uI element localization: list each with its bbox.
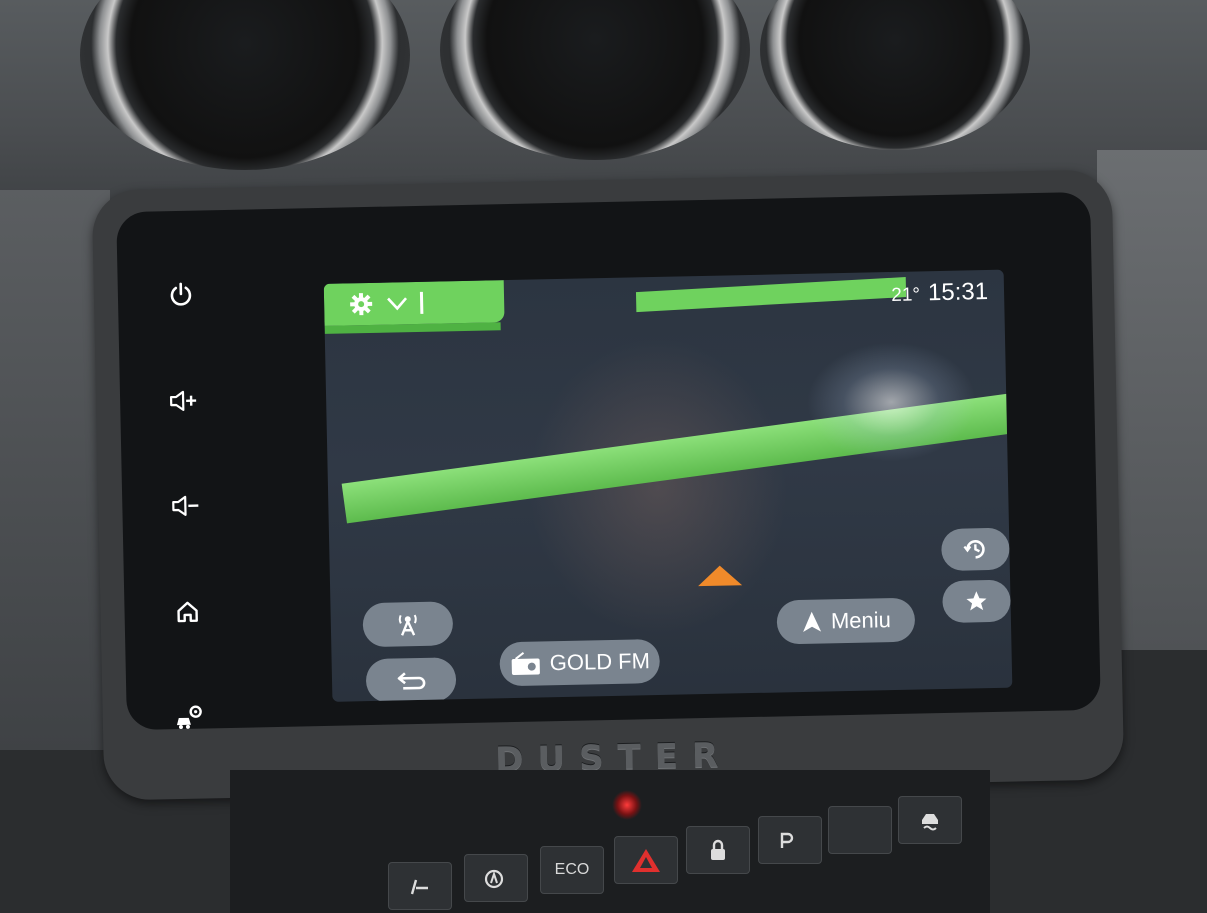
home-button[interactable] (163, 587, 212, 636)
traction-control-icon (922, 814, 938, 831)
head-unit-face: 21° 15:31 GOLD FM Meniu (116, 191, 1101, 731)
favorites-button[interactable] (942, 579, 1011, 624)
hazard-button[interactable] (614, 836, 678, 884)
history-button[interactable] (940, 527, 1010, 572)
gear-icon (350, 293, 373, 316)
hazard-icon (632, 849, 660, 872)
back-icon (397, 672, 426, 690)
power-button[interactable] (156, 270, 205, 319)
door-lock-button[interactable] (686, 826, 750, 874)
vehicle-position-arrow (697, 565, 743, 587)
star-icon (966, 591, 987, 611)
lock-icon (711, 839, 725, 860)
home-icon (177, 601, 198, 622)
radio-station-name: GOLD FM (549, 648, 651, 676)
volume-down-icon (172, 495, 199, 516)
volume-up-button[interactable] (159, 376, 208, 425)
side-hard-keys (145, 270, 225, 741)
eco-button[interactable]: ECO (540, 846, 604, 894)
time: 15:31 (927, 278, 989, 307)
indicator-led (612, 790, 642, 820)
menu-button[interactable]: Meniu (776, 597, 916, 645)
blank-console-button[interactable] (828, 806, 892, 854)
volume-down-button[interactable] (161, 481, 210, 530)
radio-tower-icon (398, 614, 417, 636)
seat-heater-button[interactable] (388, 862, 452, 910)
quick-settings[interactable] (348, 290, 424, 318)
head-unit-bezel: 21° 15:31 GOLD FM Meniu DUSTER (91, 169, 1125, 801)
auto-start-off-icon (484, 869, 504, 889)
start-stop-off-button[interactable] (464, 854, 528, 902)
status-divider (419, 291, 424, 314)
history-icon (963, 540, 985, 559)
power-icon (170, 282, 192, 306)
status-clock: 21° 15:31 (891, 278, 988, 308)
navigation-arrow-icon (803, 611, 822, 632)
touchscreen[interactable]: 21° 15:31 GOLD FM Meniu (323, 269, 1013, 702)
eco-label: ECO (554, 861, 590, 878)
volume-up-icon (169, 390, 197, 411)
seat-icon (410, 879, 428, 895)
status-bar (323, 280, 505, 326)
traction-control-off-button[interactable] (898, 796, 962, 844)
outside-temperature: 21° (891, 284, 921, 307)
parking-sensor-icon (780, 832, 794, 848)
park-assist-off-button[interactable] (758, 816, 822, 864)
menu-label: Meniu (830, 607, 892, 634)
radio-source-button[interactable] (362, 601, 454, 648)
screen-glare (805, 340, 978, 464)
back-button[interactable] (365, 657, 457, 702)
map-road-segment (635, 277, 907, 313)
radio-icon (511, 652, 540, 676)
radio-station-button[interactable]: GOLD FM (499, 638, 661, 687)
car-settings-icon (176, 705, 202, 729)
chevron-down-icon (387, 297, 408, 311)
